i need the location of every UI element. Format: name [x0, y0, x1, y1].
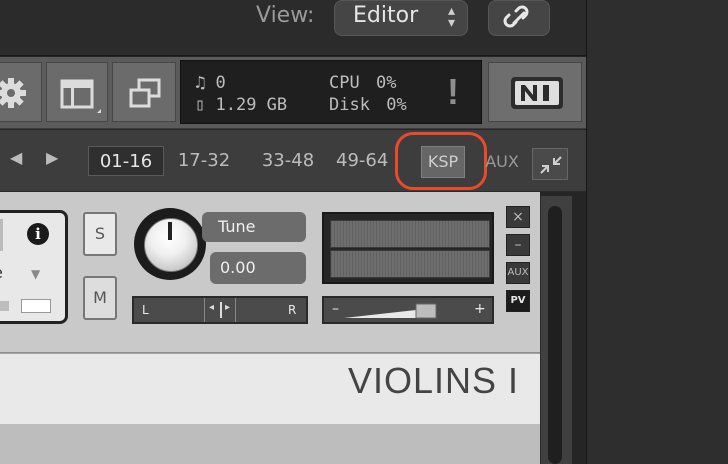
ni-logo-icon — [511, 77, 563, 109]
prev-page-icon[interactable]: ◀ — [10, 148, 22, 167]
view-select[interactable]: Editor ▴ ▾ — [334, 0, 468, 36]
gear-icon — [0, 78, 26, 108]
next-page-icon[interactable]: ▶ — [46, 148, 58, 167]
minimize-view-button[interactable] — [112, 62, 176, 122]
knob-indicator — [168, 222, 172, 240]
midi-indicator-right — [21, 299, 51, 313]
tune-value[interactable]: 0.00 — [210, 252, 306, 284]
disk-readout: Disk 0% — [329, 95, 407, 115]
instrument-controls-area — [0, 424, 540, 464]
voices-readout: ♫ 0 — [195, 73, 226, 93]
view-select-value: Editor — [353, 3, 419, 28]
rack-scrollbar-thumb[interactable] — [548, 206, 562, 464]
collapse-rack-button[interactable] — [532, 148, 568, 180]
collapse-arrows-icon — [540, 156, 562, 174]
voices-icon: ♫ — [195, 73, 206, 93]
aux-button[interactable]: AUX — [484, 146, 520, 178]
view-label: View: — [256, 3, 315, 28]
volume-ramp — [344, 303, 437, 319]
ksp-highlight — [395, 132, 487, 190]
desktop-background — [586, 0, 728, 464]
tune-label: Tune — [202, 212, 306, 242]
cpu-label: CPU — [329, 73, 360, 93]
warning-icon[interactable]: ! — [447, 73, 459, 111]
disk-label: Disk — [329, 95, 370, 115]
ni-logo-button[interactable] — [488, 62, 582, 122]
output-text-fragment: e — [0, 263, 3, 282]
pan-slider[interactable]: L ◂ ▸ R — [132, 296, 308, 324]
info-icon[interactable]: i — [27, 223, 49, 245]
disk-value: 0% — [386, 95, 407, 115]
options-button[interactable] — [0, 62, 42, 122]
kontakt-header: ♫ 0 ▯ 1.29 GB CPU 0% Disk 0% ! — [0, 57, 586, 129]
volume-plus: + — [474, 301, 486, 317]
memory-value: 1.29 GB — [215, 95, 288, 115]
resize-window-icon — [129, 78, 161, 108]
rack-page-49-64[interactable]: 49-64 — [336, 146, 396, 176]
dropdown-arrow-icon[interactable]: ▼ — [31, 267, 40, 281]
voices-count: 0 — [215, 73, 226, 93]
instrument-aux-button[interactable]: AUX — [506, 262, 530, 284]
rack-page-33-48[interactable]: 33-48 — [250, 146, 326, 176]
link-icon — [503, 5, 529, 28]
rack-page-17-32[interactable]: 17-32 — [168, 146, 240, 176]
level-meter-right — [330, 250, 490, 278]
memory-icon: ▯ — [195, 95, 206, 115]
level-meter — [322, 212, 494, 284]
chevron-updown-icon: ▴ ▾ — [447, 3, 455, 31]
cpu-value: 0% — [375, 73, 397, 93]
cpu-readout: CPU 0% — [329, 73, 396, 93]
pan-center-handle[interactable]: ◂ ▸ — [204, 298, 236, 322]
performance-meter: ♫ 0 ▯ 1.29 GB CPU 0% Disk 0% ! — [180, 60, 482, 124]
panel-divider — [0, 219, 3, 251]
pan-left-label: L — [142, 303, 149, 317]
minimize-instrument-button[interactable]: – — [506, 234, 530, 256]
pv-button[interactable]: PV — [506, 290, 530, 312]
close-instrument-button[interactable]: × — [506, 206, 530, 228]
memory-readout: ▯ 1.29 GB — [195, 95, 287, 115]
level-meter-left — [330, 220, 490, 248]
mute-button[interactable]: M — [83, 276, 117, 320]
rack-page-01-16[interactable]: 01-16 — [88, 146, 164, 176]
solo-button[interactable]: S — [83, 212, 117, 256]
midi-indicator-left — [0, 301, 9, 311]
pan-right-label: R — [288, 303, 297, 317]
volume-slider[interactable]: – + — [322, 296, 494, 324]
tune-knob[interactable] — [134, 208, 206, 280]
instrument-info-panel: i e ▼ — [0, 210, 68, 324]
layout-icon — [60, 79, 101, 113]
instrument-title: VIOLINS I — [348, 360, 520, 401]
link-button[interactable] — [488, 0, 550, 36]
workspace-button[interactable] — [46, 62, 108, 122]
